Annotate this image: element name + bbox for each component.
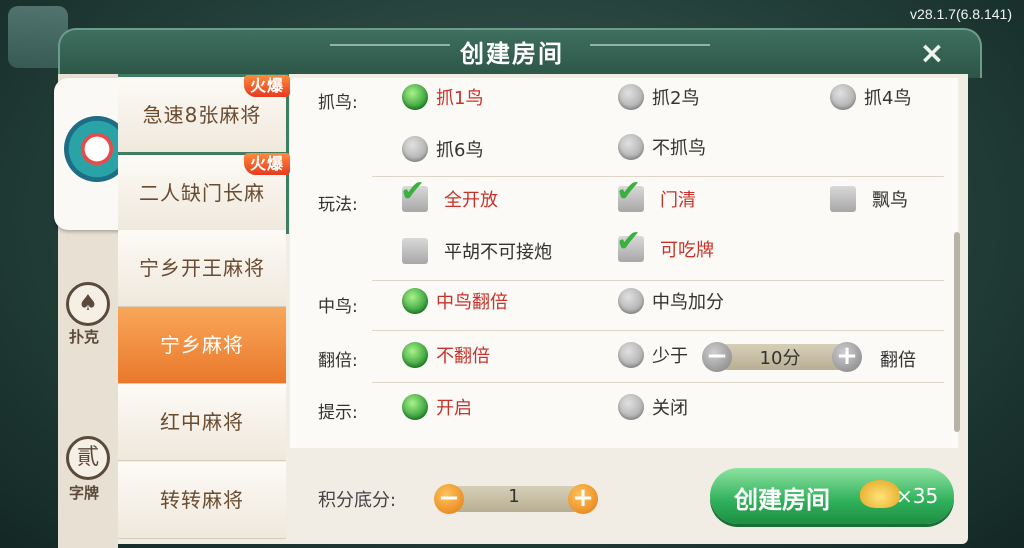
fanbei-label: 翻倍:: [318, 351, 358, 371]
radio-icon: [402, 394, 428, 420]
wanfa-option[interactable]: ✔ 门清: [616, 174, 696, 212]
radio-icon: [830, 84, 856, 110]
game-item[interactable]: 红中麻将: [118, 384, 286, 461]
wanfa-option[interactable]: 平胡不可接炮: [402, 238, 552, 264]
row-divider: [372, 176, 944, 177]
checkbox-icon: [830, 186, 856, 212]
zhuaniao-option[interactable]: 抓6鸟: [402, 136, 483, 162]
zhuaniao-option[interactable]: 抓1鸟: [402, 84, 483, 110]
tishi-option[interactable]: 关闭: [618, 394, 688, 420]
radio-icon: [618, 394, 644, 420]
game-item-label: 转转麻将: [160, 488, 244, 512]
create-room-button[interactable]: 创建房间 ×35: [710, 468, 954, 524]
tishi-label: 提示:: [318, 403, 358, 423]
radio-icon: [618, 342, 644, 368]
plus-button[interactable]: +: [832, 342, 862, 372]
fanbei-stepper-value: 10分: [759, 348, 801, 369]
tishi-option[interactable]: 开启: [402, 394, 472, 420]
zhuaniao-option[interactable]: 不抓鸟: [618, 134, 706, 160]
game-item-label: 宁乡开王麻将: [139, 256, 265, 280]
radio-icon: [402, 288, 428, 314]
row-divider: [372, 330, 944, 331]
plus-button[interactable]: +: [568, 484, 598, 514]
wanfa-option[interactable]: ✔ 可吃牌: [616, 224, 714, 262]
radio-icon: [618, 84, 644, 110]
game-item-label: 宁乡麻将: [160, 333, 244, 357]
minus-button[interactable]: −: [702, 342, 732, 372]
minus-button[interactable]: −: [434, 484, 464, 514]
base-score-label: 积分底分:: [318, 490, 397, 511]
zhongniao-option[interactable]: 中鸟加分: [618, 288, 724, 314]
radio-icon: [402, 342, 428, 368]
create-room-label: 创建房间: [734, 486, 830, 514]
fanbei-suffix: 翻倍: [880, 350, 916, 371]
version-label: v28.1.7(6.8.141): [910, 6, 1012, 22]
zipai-icon[interactable]: 貳: [66, 436, 110, 480]
row-divider: [372, 382, 944, 383]
game-item[interactable]: 宁乡开王麻将: [118, 230, 286, 307]
game-item-selected[interactable]: 宁乡麻将: [118, 307, 286, 384]
radio-icon: [618, 288, 644, 314]
checkbox-icon: ✔: [616, 224, 644, 262]
base-score-value: 1: [508, 486, 520, 507]
hot-badge: 火爆: [243, 75, 290, 97]
dialog-title: 创建房间: [460, 40, 564, 68]
wanfa-label: 玩法:: [318, 195, 358, 215]
category-poker-label[interactable]: 扑克: [54, 326, 114, 347]
radio-icon: [402, 136, 428, 162]
row-divider: [372, 280, 944, 281]
zhuaniao-option[interactable]: 抓2鸟: [618, 84, 699, 110]
zhuaniao-option[interactable]: 抓4鸟: [830, 84, 911, 110]
category-zipai-label[interactable]: 字牌: [54, 482, 114, 503]
wanfa-option[interactable]: 飘鸟: [830, 186, 908, 212]
game-item[interactable]: 二人缺门长麻 火爆: [118, 152, 290, 234]
zhongniao-option[interactable]: 中鸟翻倍: [402, 288, 508, 314]
radio-icon: [618, 134, 644, 160]
zhongniao-label: 中鸟:: [318, 297, 358, 317]
checkbox-icon: ✔: [616, 174, 644, 212]
close-button[interactable]: ×: [914, 36, 950, 72]
hot-badge: 火爆: [243, 153, 290, 175]
checkbox-icon: ✔: [400, 174, 428, 212]
game-item-label: 急速8张麻将: [142, 103, 262, 127]
game-item[interactable]: 急速8张麻将 火爆: [118, 74, 290, 156]
game-item-label: 红中麻将: [160, 410, 244, 434]
game-item-label: 二人缺门长麻: [139, 181, 265, 205]
checkbox-icon: [402, 238, 428, 264]
fanbei-option[interactable]: 少于: [618, 342, 688, 368]
zhuaniao-label: 抓鸟:: [318, 93, 358, 113]
game-item[interactable]: 转转麻将: [118, 462, 286, 539]
fanbei-option[interactable]: 不翻倍: [402, 342, 490, 368]
gold-ingot-icon: [860, 480, 900, 508]
wanfa-option[interactable]: ✔ 全开放: [400, 174, 498, 212]
create-room-cost: ×35: [896, 484, 939, 508]
spade-icon[interactable]: ♠: [66, 282, 110, 326]
radio-icon: [402, 84, 428, 110]
scrollbar[interactable]: [954, 232, 960, 432]
